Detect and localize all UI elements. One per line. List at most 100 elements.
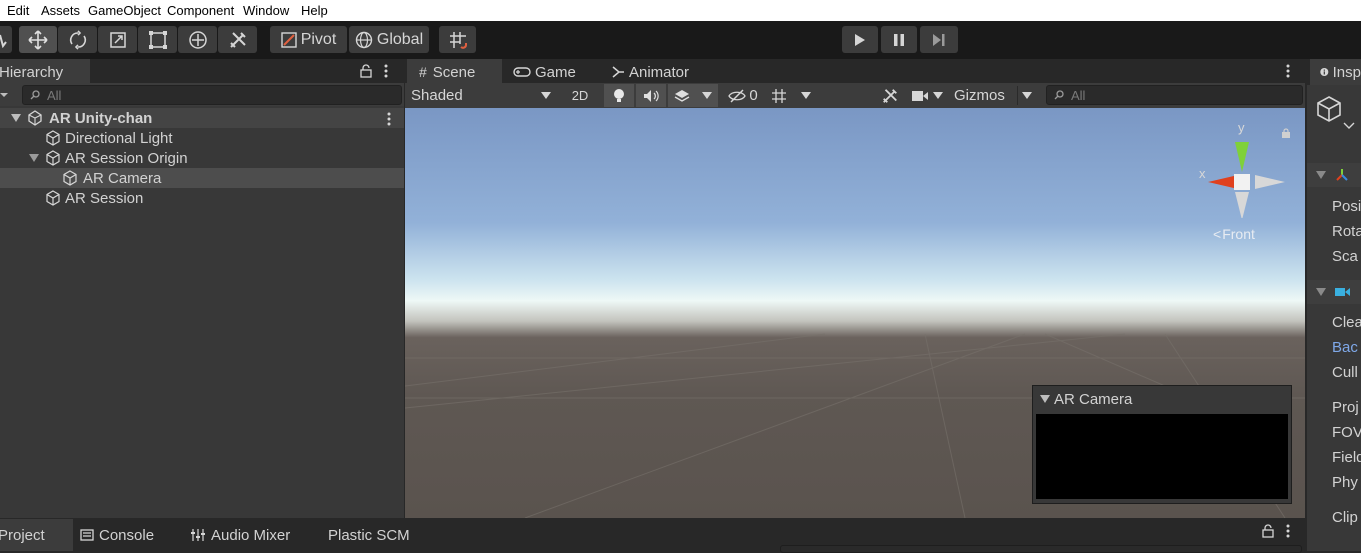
hierarchy-item-ar-session-origin[interactable]: AR Session Origin xyxy=(0,148,404,168)
pivot-icon xyxy=(281,31,297,48)
audio-toggle[interactable] xyxy=(636,84,666,107)
camera-preview-window[interactable]: AR Camera xyxy=(1032,385,1292,504)
mixer-icon xyxy=(191,529,205,541)
menu-help[interactable]: Help xyxy=(301,3,328,18)
hierarchy-item-label: AR Session xyxy=(65,189,144,207)
lighting-toggle[interactable] xyxy=(604,84,634,107)
2d-toggle-button[interactable]: 2D xyxy=(565,84,595,107)
inspector-body: Posi Rota Sca Clea Bac Cull Proj FOV Fie… xyxy=(1307,85,1361,551)
expand-arrow-icon[interactable] xyxy=(11,114,21,122)
grid-snapping-button[interactable] xyxy=(439,26,476,53)
lock-icon[interactable] xyxy=(359,64,373,78)
inspector-field-physical-camera: Phy xyxy=(1332,474,1358,491)
inspector-field-scale: Sca xyxy=(1332,248,1358,265)
tab-scene[interactable]: # Scene xyxy=(407,59,502,85)
tools-icon xyxy=(229,31,246,48)
pause-button[interactable] xyxy=(881,26,917,53)
inspector-field-clipping-planes: Clip xyxy=(1332,509,1358,526)
tab-audio-mixer[interactable]: Audio Mixer xyxy=(190,519,290,551)
scene-row[interactable]: AR Unity-chan xyxy=(0,108,404,128)
effects-dropdown[interactable] xyxy=(668,84,718,107)
custom-tool-button[interactable] xyxy=(218,26,257,53)
step-button[interactable] xyxy=(920,26,958,53)
lightbulb-icon xyxy=(614,88,624,102)
menu-window[interactable]: Window xyxy=(243,3,289,18)
tab-game[interactable]: Game xyxy=(510,59,600,85)
hierarchy-item-label: AR Session Origin xyxy=(65,149,188,167)
kebab-menu-icon[interactable] xyxy=(383,64,389,78)
orientation-gizmo[interactable]: y x < Front xyxy=(1195,118,1291,242)
play-button[interactable] xyxy=(842,26,878,53)
camera-settings-dropdown[interactable] xyxy=(907,84,947,107)
gameobject-large-icon xyxy=(1317,96,1355,129)
tab-project[interactable]: Project xyxy=(0,519,73,551)
menu-component[interactable]: Component xyxy=(167,3,234,18)
search-icon xyxy=(1054,90,1064,100)
scene-toolbar: Shaded 2D 0 Gizmos All xyxy=(405,83,1305,108)
kebab-menu-icon[interactable] xyxy=(1285,64,1291,78)
step-icon xyxy=(933,33,945,46)
hand-tool-button[interactable] xyxy=(0,26,12,53)
rect-tool-button[interactable] xyxy=(138,26,177,53)
project-search-input[interactable] xyxy=(780,545,1302,553)
tab-inspector[interactable]: Insp xyxy=(1310,59,1361,85)
expand-arrow-icon[interactable] xyxy=(29,154,39,162)
tools-toggle[interactable] xyxy=(875,84,905,107)
expand-arrow-icon xyxy=(1316,288,1326,296)
axis-cones-icon xyxy=(1208,142,1285,218)
shading-mode-dropdown[interactable]: Shaded xyxy=(405,84,558,107)
inspector-field-field-of-view: Field xyxy=(1332,449,1361,466)
view-label[interactable]: < Front xyxy=(1213,226,1255,242)
transform-component-header[interactable] xyxy=(1307,163,1361,187)
hierarchy-search-input[interactable]: All xyxy=(22,85,402,105)
scale-tool-button[interactable] xyxy=(98,26,137,53)
chevron-down-icon xyxy=(801,92,811,99)
kebab-menu-icon[interactable] xyxy=(1285,524,1291,538)
tab-label: Animator xyxy=(629,63,690,81)
hierarchy-item-ar-camera[interactable]: AR Camera xyxy=(0,168,404,188)
collapse-arrow-icon[interactable] xyxy=(1040,395,1050,403)
pivot-label: Pivot xyxy=(300,30,337,48)
tab-console[interactable]: Console xyxy=(80,519,154,551)
grid-icon xyxy=(772,88,786,103)
chevron-down-icon xyxy=(702,92,712,99)
speaker-icon xyxy=(644,89,659,102)
scene-menu-icon[interactable] xyxy=(386,112,392,126)
hierarchy-search-bar: All xyxy=(0,83,404,106)
globe-icon xyxy=(355,31,373,48)
tab-plastic-scm[interactable]: Plastic SCM xyxy=(328,519,410,551)
rotate-tool-button[interactable] xyxy=(58,26,97,53)
scene-search-input[interactable]: All xyxy=(1046,85,1303,105)
grid-snap-icon xyxy=(449,31,467,49)
menu-gameobject[interactable]: GameObject xyxy=(88,3,161,18)
tab-label: Project xyxy=(0,526,45,544)
tab-animator[interactable]: Animator xyxy=(610,59,720,85)
create-dropdown-icon[interactable] xyxy=(0,91,8,99)
tab-label: Scene xyxy=(432,63,476,81)
camera-icon xyxy=(912,90,928,101)
menu-edit[interactable]: Edit xyxy=(7,3,29,18)
camera-component-header[interactable] xyxy=(1307,280,1361,304)
gameobject-cube-icon xyxy=(46,190,60,206)
menu-assets[interactable]: Assets xyxy=(41,3,80,18)
transform-axes-icon xyxy=(1336,169,1348,181)
lock-icon[interactable] xyxy=(1261,524,1275,538)
transform-tool-button[interactable] xyxy=(178,26,217,53)
chevron-down-icon xyxy=(933,92,943,99)
unity-scene-icon xyxy=(28,110,42,126)
pivot-toggle[interactable]: Pivot xyxy=(270,26,347,53)
hierarchy-item-ar-session[interactable]: AR Session xyxy=(0,188,404,208)
chevron-down-icon xyxy=(1022,92,1032,99)
info-icon xyxy=(1320,67,1329,77)
hierarchy-tree: AR Unity-chan Directional Light AR Sessi… xyxy=(0,106,404,518)
hierarchy-item-directional-light[interactable]: Directional Light xyxy=(0,128,404,148)
menu-bar: Edit Assets GameObject Component Window … xyxy=(0,0,1361,21)
gizmos-dropdown[interactable]: Gizmos xyxy=(951,84,1036,107)
gizmo-lock-icon[interactable] xyxy=(1281,128,1291,138)
grid-dropdown[interactable] xyxy=(766,84,816,107)
global-toggle[interactable]: Global xyxy=(349,26,429,53)
move-tool-button[interactable] xyxy=(19,26,57,53)
tab-hierarchy[interactable]: Hierarchy xyxy=(0,59,90,85)
camera-preview-header: AR Camera xyxy=(1033,386,1291,412)
hidden-objects-toggle[interactable]: 0 xyxy=(723,84,763,107)
